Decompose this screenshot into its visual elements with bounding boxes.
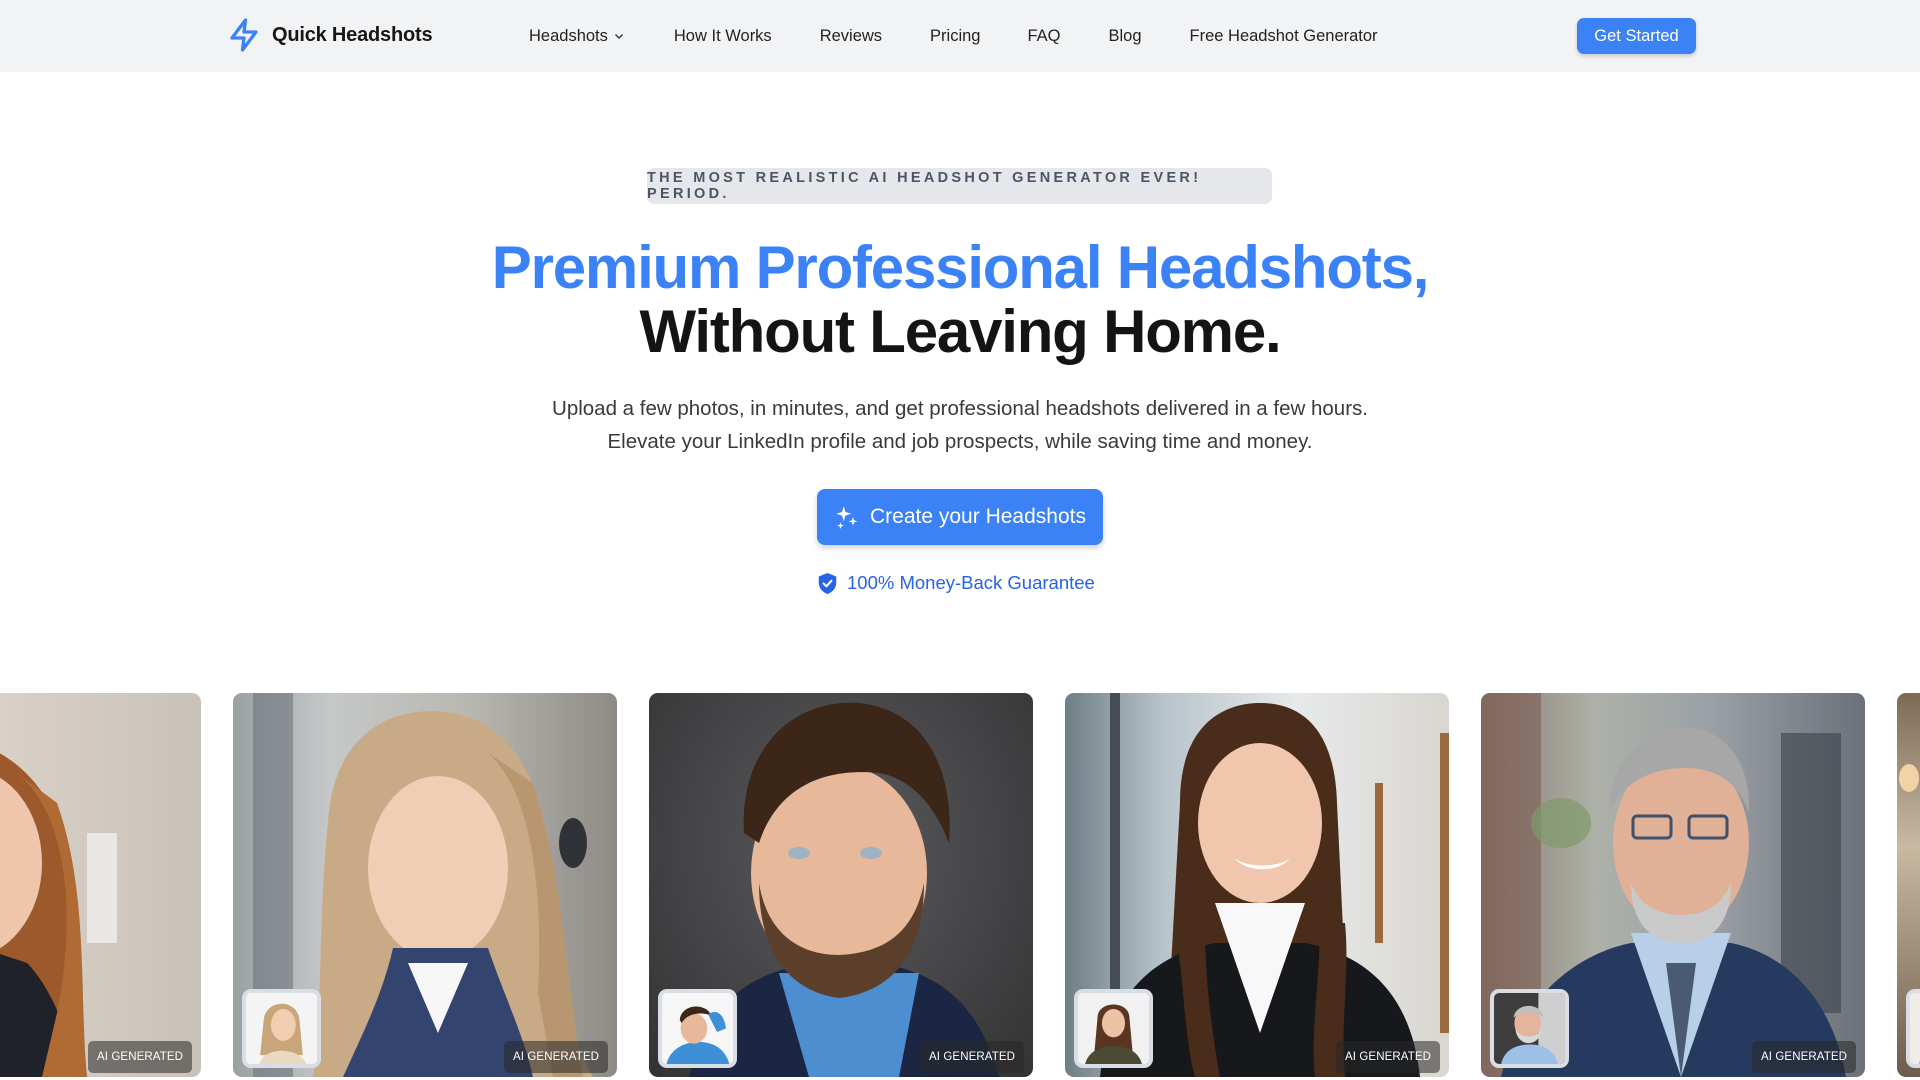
hero-title-accent: Premium Professional Headshots, (491, 234, 1430, 301)
site-header: Quick Headshots Headshots How It Works R… (0, 0, 1920, 72)
create-headshots-label: Create your Headshots (870, 505, 1086, 528)
source-photo (662, 993, 733, 1064)
source-photo-thumbnail (1490, 989, 1569, 1068)
source-photo (1494, 993, 1565, 1064)
ai-generated-badge: AI GENERATED (504, 1041, 608, 1073)
tagline-badge: THE MOST REALISTIC AI HEADSHOT GENERATOR… (647, 168, 1272, 204)
hero-subtitle-line-2: Elevate your LinkedIn profile and job pr… (607, 430, 1313, 453)
headshot-gallery: AI GENERATED AI GENERATED AI GENERATED A… (0, 693, 1920, 1080)
source-photo (1910, 993, 1920, 1064)
headshot-card[interactable]: AI GENERATED (0, 693, 201, 1077)
source-photo (1078, 993, 1149, 1064)
nav-item-faq[interactable]: FAQ (1027, 27, 1060, 46)
headshot-photo (0, 693, 201, 1077)
create-headshots-button[interactable]: Create your Headshots (817, 489, 1103, 545)
hero-title: Without Leaving Home. (639, 298, 1282, 365)
ai-generated-badge: AI GENERATED (1336, 1041, 1440, 1073)
hero-subtitle-line-1: Upload a few photos, in minutes, and get… (552, 397, 1368, 420)
ai-generated-badge: AI GENERATED (88, 1041, 192, 1073)
lightning-bolt-icon (230, 18, 258, 52)
headshot-card[interactable]: AI GENERATED (233, 693, 617, 1077)
nav-item-free-headshot-generator[interactable]: Free Headshot Generator (1190, 27, 1378, 46)
nav-item-pricing[interactable]: Pricing (930, 27, 980, 46)
brand-logo-link[interactable]: Quick Headshots (226, 16, 433, 54)
headshot-card[interactable]: AI GENERATED (1481, 693, 1865, 1077)
sparkles-icon (836, 506, 858, 529)
ai-generated-badge: AI GENERATED (920, 1041, 1024, 1073)
nav-item-label: Headshots (529, 26, 608, 45)
source-photo (246, 993, 317, 1064)
money-back-guarantee-link[interactable]: 100% Money-Back Guarantee (817, 570, 1095, 596)
brand-name: Quick Headshots (272, 23, 433, 46)
headshot-card[interactable]: AI GENERATED (1897, 693, 1920, 1077)
ai-generated-badge: AI GENERATED (1752, 1041, 1856, 1073)
nav-item-reviews[interactable]: Reviews (820, 27, 882, 46)
headshot-card[interactable]: AI GENERATED (1065, 693, 1449, 1077)
source-photo-thumbnail (1906, 989, 1920, 1068)
nav-item-blog[interactable]: Blog (1109, 27, 1142, 46)
source-photo-thumbnail (658, 989, 737, 1068)
guarantee-label: 100% Money-Back Guarantee (847, 572, 1095, 593)
chevron-down-icon (614, 34, 623, 39)
headshot-card[interactable]: AI GENERATED (649, 693, 1033, 1077)
shield-check-icon (818, 572, 837, 594)
get-started-button[interactable]: Get Started (1577, 18, 1696, 54)
main-nav: Headshots How It Works Reviews Pricing F… (529, 0, 1378, 72)
nav-item-headshots[interactable]: Headshots (529, 27, 625, 46)
source-photo-thumbnail (1074, 989, 1153, 1068)
nav-item-how-it-works[interactable]: How It Works (674, 27, 772, 46)
source-photo-thumbnail (242, 989, 321, 1068)
